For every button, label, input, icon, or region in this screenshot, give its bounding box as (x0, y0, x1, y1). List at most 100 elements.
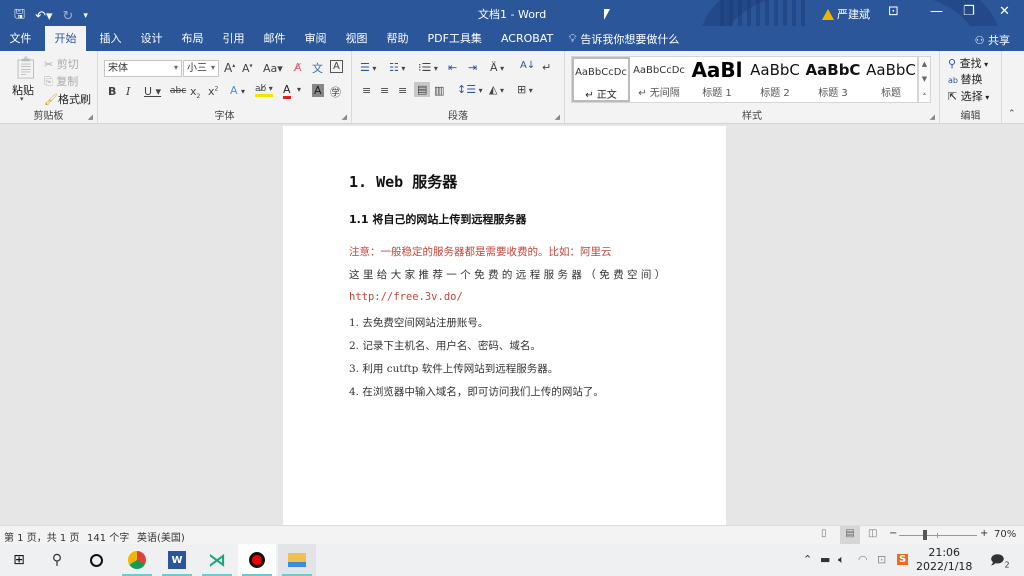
font-size-combo[interactable]: 小三 ▾ (183, 60, 219, 77)
strikethrough-icon[interactable]: abc (170, 86, 186, 96)
bold-icon[interactable]: B (108, 85, 116, 98)
redo-icon[interactable]: ↻ (63, 9, 74, 24)
style-heading-3[interactable]: AaBbC 标题 3 (804, 57, 862, 102)
align-left-icon[interactable]: ≡ (362, 84, 371, 97)
character-border-icon[interactable]: A (330, 60, 343, 73)
paste-dropdown-icon[interactable]: ▾ (20, 95, 24, 103)
enclose-characters-icon[interactable]: ㊫ (330, 84, 341, 100)
tab-home[interactable]: 开始 (45, 26, 86, 51)
decrease-indent-icon[interactable]: ⇤ (448, 61, 457, 74)
grow-font-icon[interactable]: A▴ (224, 61, 235, 75)
taskbar-vscode[interactable]: ⋊ (198, 544, 236, 576)
shading-icon[interactable]: ◭ ▾ (489, 83, 504, 96)
tab-pdf-tools[interactable]: PDF工具集 (418, 26, 491, 51)
read-mode-icon[interactable]: ▯ (821, 528, 827, 539)
print-layout-icon[interactable]: ▤ (840, 526, 860, 544)
show-formatting-icon[interactable]: ↵ (542, 61, 551, 74)
select-button[interactable]: ⇱ 选择 ▾ (948, 88, 989, 104)
increase-indent-icon[interactable]: ⇥ (468, 61, 477, 74)
styles-scrollbar[interactable]: ▲ ▼ ⩡ (918, 56, 931, 103)
zoom-out-icon[interactable]: − (889, 528, 897, 539)
scroll-up-icon[interactable]: ▲ (919, 57, 930, 72)
font-launcher-icon[interactable]: ◢ (342, 113, 347, 121)
superscript-icon[interactable]: x2 (208, 85, 218, 98)
copy-button[interactable]: ⎘ 复制 (44, 73, 78, 89)
tab-design[interactable]: 设计 (131, 26, 172, 51)
wifi-icon[interactable]: ◠ (858, 553, 868, 566)
text-effects-icon[interactable]: A ▾ (230, 84, 245, 97)
distributed-icon[interactable]: ▥ (434, 84, 444, 97)
styles-launcher-icon[interactable]: ◢ (930, 113, 935, 121)
account[interactable]: 严建斌 (822, 6, 870, 22)
language[interactable]: 英语(美国) (137, 529, 185, 544)
tab-help[interactable]: 帮助 (377, 26, 418, 51)
align-right-icon[interactable]: ≡ (398, 84, 407, 97)
shrink-font-icon[interactable]: A▾ (242, 62, 253, 75)
share-button[interactable]: ⚇ 共享 (975, 32, 1010, 48)
volume-icon[interactable]: 🔈︎ (838, 553, 845, 567)
url-link[interactable]: http://free.3v.do/ (349, 291, 463, 303)
character-shading-icon[interactable]: A (312, 84, 324, 97)
paragraph-launcher-icon[interactable]: ◢ (555, 113, 560, 121)
search-button[interactable]: ⚲ (38, 544, 76, 576)
cut-button[interactable]: ✂ 剪切 (44, 56, 79, 72)
undo-icon[interactable]: ↶▾ (35, 9, 52, 24)
style-heading-2[interactable]: AaBbC 标题 2 (746, 57, 804, 102)
zoom-level[interactable]: 70% (994, 529, 1016, 540)
line-spacing-icon[interactable]: ↕☰ ▾ (457, 83, 483, 96)
zoom-slider-thumb[interactable] (923, 530, 927, 540)
font-color-dropdown-icon[interactable]: ▾ (297, 85, 301, 94)
highlight-icon[interactable]: ab̸ ▾ (255, 84, 273, 97)
taskbar-chrome[interactable] (118, 544, 156, 576)
font-color-icon[interactable]: A (283, 83, 291, 99)
font-name-combo[interactable]: 宋体 ▾ (104, 60, 182, 77)
page-count[interactable]: 第 1 页，共 1 页 (4, 529, 79, 544)
paste-icon[interactable]: 📋︎ (12, 56, 40, 81)
align-center-icon[interactable]: ≡ (380, 84, 389, 97)
tab-acrobat[interactable]: ACROBAT (491, 26, 562, 51)
style-normal[interactable]: AaBbCcDc ↵ 正文 (572, 57, 630, 102)
style-heading-1[interactable]: AaBl 标题 1 (688, 57, 746, 102)
task-view-button[interactable] (77, 544, 115, 576)
tab-layout[interactable]: 布局 (172, 26, 213, 51)
notification-center-icon[interactable]: 🗩︎2 (990, 551, 1010, 573)
change-case-icon[interactable]: Aa▾ (263, 62, 283, 75)
italic-icon[interactable]: I (126, 85, 130, 98)
numbering-icon[interactable]: ☷ ▾ (389, 61, 405, 74)
bullets-icon[interactable]: ☰ ▾ (360, 61, 376, 74)
underline-icon[interactable]: U ▾ (144, 85, 161, 98)
tab-view[interactable]: 视图 (336, 26, 377, 51)
ribbon-display-options-icon[interactable]: ⊡ (888, 4, 899, 19)
borders-icon[interactable]: ⊞ ▾ (517, 83, 533, 96)
taskbar-word[interactable]: W (158, 544, 196, 576)
find-button[interactable]: ⚲ 查找 ▾ (948, 55, 988, 71)
word-count[interactable]: 141 个字 (87, 529, 129, 544)
phonetic-guide-icon[interactable]: 文 (312, 60, 323, 76)
chinese-layout-icon[interactable]: Ä ▾ (490, 61, 504, 74)
justify-icon[interactable]: ▤ (414, 82, 431, 97)
tell-me-box[interactable]: 💡︎ 告诉我你想要做什么 (569, 31, 680, 47)
style-title[interactable]: AaBbC 标题 (862, 57, 920, 102)
replace-button[interactable]: ab 替换 (948, 71, 983, 87)
document-page[interactable]: 1. Web 服务器 1.1 将自己的网站上传到远程服务器 注意：一般稳定的服务… (283, 126, 726, 526)
more-styles-icon[interactable]: ⩡ (919, 87, 930, 102)
clear-formatting-icon[interactable]: A̸ (294, 61, 302, 74)
web-layout-icon[interactable]: ◫ (868, 528, 877, 539)
input-method-icon[interactable]: ⊡ (877, 553, 886, 566)
subscript-icon[interactable]: x2 (190, 85, 200, 100)
show-hidden-icons[interactable]: ⌃ (803, 553, 812, 566)
save-icon[interactable]: 🖫 (14, 5, 25, 26)
minimize-icon[interactable]: — (930, 4, 943, 19)
format-painter-button[interactable]: 🖌︎格式刷 (44, 91, 91, 107)
tab-insert[interactable]: 插入 (90, 26, 131, 51)
zoom-in-icon[interactable]: + (980, 528, 988, 539)
restore-icon[interactable]: ❐ (963, 4, 975, 19)
start-button[interactable]: ⊞ (0, 544, 38, 576)
sogou-icon[interactable]: S (897, 554, 909, 565)
customize-icon[interactable]: ▾ (83, 11, 88, 21)
tab-file[interactable]: 文件 (0, 26, 41, 51)
clock[interactable]: 21:06 2022/1/18 (916, 546, 972, 574)
taskbar-file-explorer[interactable] (278, 544, 316, 576)
tab-review[interactable]: 审阅 (295, 26, 336, 51)
zoom-slider[interactable] (899, 530, 977, 540)
